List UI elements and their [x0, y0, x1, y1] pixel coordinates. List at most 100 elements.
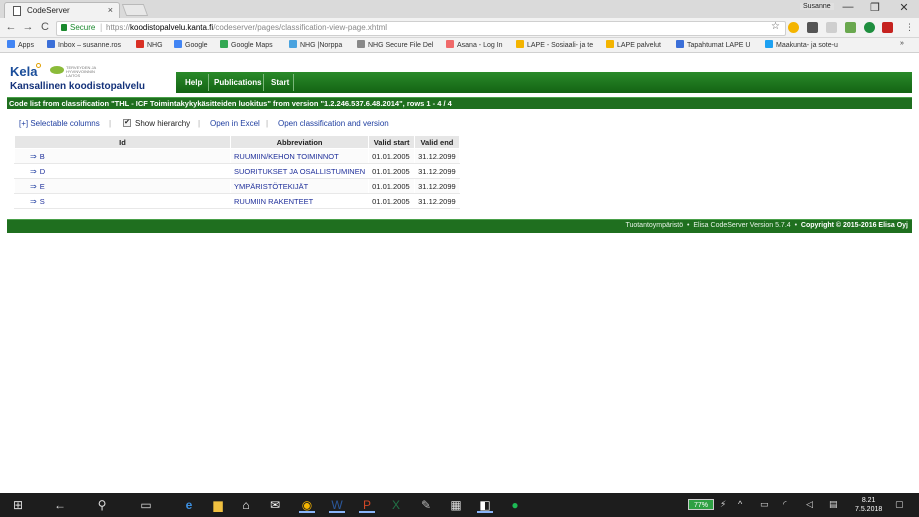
bookmark-label: LAPE palvelut	[617, 42, 661, 49]
close-window-icon[interactable]: ✕	[897, 1, 911, 14]
cell-abbreviation[interactable]: SUORITUKSET JA OSALLISTUMINEN	[229, 163, 370, 179]
maximize-icon[interactable]: ❐	[868, 1, 882, 14]
back-icon[interactable]: ←	[5, 21, 17, 33]
column-header-abbreviation[interactable]: Abbreviation	[229, 135, 370, 149]
windows-start-icon[interactable]: ⊞	[10, 497, 26, 513]
column-header-valid-end[interactable]: Valid end	[414, 135, 460, 149]
show-hierarchy-checkbox[interactable]: ✔	[123, 119, 131, 127]
new-tab-button[interactable]	[121, 4, 149, 16]
expand-arrow-icon[interactable]: ⇒	[30, 182, 37, 191]
battery-indicator[interactable]: 77%	[688, 499, 714, 510]
gmail-icon	[136, 40, 144, 48]
search-icon[interactable]: ⚲	[94, 497, 110, 513]
bookmark-item[interactable]: LAPE palvelut	[606, 40, 661, 49]
profile-name[interactable]: Susanne	[800, 3, 834, 10]
tray-chevron-icon[interactable]: ^	[738, 499, 742, 509]
task-view-icon[interactable]: ▭	[138, 497, 154, 513]
expand-arrow-icon[interactable]: ⇒	[30, 197, 37, 206]
app-icon[interactable]: ◧	[477, 497, 493, 513]
excel-icon[interactable]: X	[388, 497, 404, 513]
column-header-id[interactable]: Id	[14, 135, 231, 149]
show-hierarchy-label[interactable]: Show hierarchy	[135, 119, 190, 128]
edge-icon[interactable]: e	[181, 497, 197, 513]
chrome-icon[interactable]: ◉	[299, 497, 315, 513]
selectable-columns-link[interactable]: [+] Selectable columns	[19, 119, 100, 128]
row-id-link[interactable]: E	[40, 182, 45, 191]
bookmark-star-icon[interactable]: ☆	[771, 21, 780, 32]
word-icon[interactable]: W	[329, 497, 345, 513]
minimize-icon[interactable]: —	[841, 1, 855, 13]
cell-abbreviation[interactable]: RUUMIIN RAKENTEET	[229, 193, 370, 209]
extension-icon[interactable]	[864, 22, 875, 33]
reload-icon[interactable]: C	[39, 21, 51, 33]
calculator-icon[interactable]: ▦	[448, 497, 464, 513]
nav-help[interactable]: Help	[185, 78, 202, 87]
store-icon[interactable]: ⌂	[238, 497, 254, 513]
url-text[interactable]: https://koodistopalvelu.kanta.fi/codeser…	[106, 23, 387, 32]
table-row[interactable]: ⇒ E YMPÄRISTÖTEKIJÄT 01.01.2005 31.12.2099	[14, 178, 460, 194]
notifications-icon[interactable]: ▢	[895, 499, 904, 510]
footer-version: Elisa CodeServer Version 5.7.4	[693, 222, 791, 229]
power-icon[interactable]: ⚡	[720, 499, 726, 510]
extension-icon[interactable]	[826, 22, 837, 33]
column-header-valid-start[interactable]: Valid start	[368, 135, 416, 149]
bookmark-item[interactable]: LAPE - Sosiaali- ja te	[516, 40, 593, 49]
extension-icon[interactable]	[882, 22, 893, 33]
extension-icon[interactable]	[845, 22, 856, 33]
expand-arrow-icon[interactable]: ⇒	[30, 152, 37, 161]
bookmark-item[interactable]: Google	[174, 40, 208, 49]
open-in-excel-link[interactable]: Open in Excel	[210, 119, 260, 128]
bookmark-item[interactable]: Maakunta- ja sote-u	[765, 40, 838, 49]
cell-valid-start: 01.01.2005	[368, 193, 416, 209]
page-icon	[13, 6, 21, 16]
site-name[interactable]: Kansallinen koodistopalvelu	[10, 81, 145, 92]
cell-abbreviation[interactable]: YMPÄRISTÖTEKIJÄT	[229, 178, 370, 194]
table-header-row: Id Abbreviation Valid start Valid end	[14, 135, 460, 149]
bookmarks-more-icon[interactable]: »	[900, 40, 904, 47]
powerpoint-icon[interactable]: P	[359, 497, 375, 513]
row-id-link[interactable]: D	[40, 167, 45, 176]
keyboard-icon[interactable]: ▤	[829, 499, 838, 510]
cell-id[interactable]: ⇒ S	[14, 193, 231, 209]
row-id-link[interactable]: S	[40, 197, 45, 206]
app-icon[interactable]: ✎	[418, 497, 434, 513]
bookmark-item[interactable]: Tapahtumat LAPE U	[676, 40, 750, 49]
lock-icon[interactable]	[61, 24, 67, 31]
clock[interactable]: 8.21 7.5.2018	[855, 496, 882, 514]
file-explorer-icon[interactable]: ▆	[210, 497, 226, 513]
cell-id[interactable]: ⇒ D	[14, 163, 231, 179]
cell-id[interactable]: ⇒ B	[14, 148, 231, 164]
bookmark-item[interactable]: NHG Secure File Del	[357, 40, 433, 49]
volume-icon[interactable]: ◁	[806, 499, 813, 510]
extension-icon[interactable]	[788, 22, 799, 33]
open-classification-link[interactable]: Open classification and version	[278, 119, 389, 128]
table-row[interactable]: ⇒ S RUUMIIN RAKENTEET 01.01.2005 31.12.2099	[14, 193, 460, 209]
network-icon[interactable]: ▭	[760, 499, 769, 510]
forward-icon[interactable]: →	[22, 21, 34, 33]
extension-icon[interactable]	[807, 22, 818, 33]
expand-arrow-icon[interactable]: ⇒	[30, 167, 37, 176]
table-row[interactable]: ⇒ D SUORITUKSET JA OSALLISTUMINEN 01.01.200…	[14, 163, 460, 179]
table-row[interactable]: ⇒ B RUUMIIN/KEHON TOIMINNOT 01.01.2005 31.12…	[14, 148, 460, 164]
bookmark-item[interactable]: Apps	[7, 40, 34, 49]
mail-icon[interactable]: ✉	[267, 497, 283, 513]
back-icon[interactable]: ←	[52, 497, 68, 513]
secure-label[interactable]: Secure	[70, 23, 95, 32]
row-id-link[interactable]: B	[40, 152, 45, 161]
nav-publications[interactable]: Publications	[214, 78, 262, 87]
wifi-icon[interactable]: ◜	[783, 499, 787, 510]
kela-logo[interactable]: Kela	[10, 64, 37, 79]
tab-title: CodeServer	[27, 6, 70, 15]
spotify-icon[interactable]: ●	[507, 497, 523, 513]
bookmark-item[interactable]: Asana - Log In	[446, 40, 503, 49]
bookmark-item[interactable]: NHG |Norppa	[289, 40, 342, 49]
cell-abbreviation[interactable]: RUUMIIN/KEHON TOIMINNOT	[229, 148, 370, 164]
nav-start[interactable]: Start	[271, 78, 289, 87]
menu-kebab-icon[interactable]: ⋮	[905, 22, 914, 33]
tab-close-icon[interactable]: ×	[108, 5, 113, 15]
cell-id[interactable]: ⇒ E	[14, 178, 231, 194]
bookmark-item[interactable]: Inbox – susanne.ros	[47, 40, 121, 49]
bookmark-item[interactable]: Google Maps	[220, 40, 273, 49]
bookmark-item[interactable]: NHG	[136, 40, 163, 49]
browser-tab[interactable]: CodeServer ×	[4, 2, 120, 18]
